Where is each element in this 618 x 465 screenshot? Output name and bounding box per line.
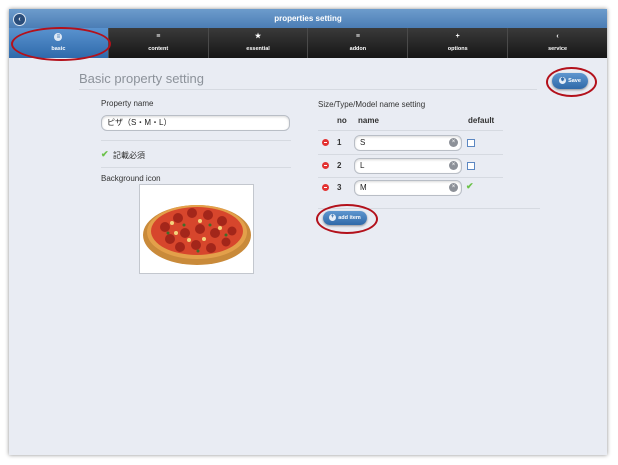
remove-item-icon[interactable] <box>322 184 329 191</box>
section-title: Size/Type/Model name setting <box>318 100 426 109</box>
row-number: 2 <box>337 161 342 170</box>
divider <box>79 89 537 90</box>
background-icon-label: Background icon <box>101 174 161 183</box>
tab-content[interactable]: ≡ content <box>109 28 209 58</box>
row-number: 1 <box>337 138 342 147</box>
save-button[interactable]: ✱ Save <box>552 73 588 89</box>
tab-label: content <box>148 46 169 52</box>
divider <box>318 130 503 131</box>
item-name-input[interactable]: L <box>354 158 462 174</box>
tab-label: basic <box>51 46 66 52</box>
list-icon: ≡ <box>355 33 360 40</box>
background-icon-image[interactable] <box>139 184 254 274</box>
back-icon: ‹ <box>556 33 559 40</box>
divider <box>318 154 503 155</box>
back-button[interactable]: ‹ <box>13 13 26 26</box>
list-icon: ≡ <box>156 33 161 40</box>
clear-icon[interactable]: × <box>449 183 458 192</box>
property-name-input[interactable]: ピザ（S・M・L） <box>101 115 290 131</box>
default-checkbox[interactable] <box>467 139 475 147</box>
add-item-label: add item <box>338 215 361 221</box>
page-title: Basic property setting <box>79 71 205 86</box>
clear-icon[interactable]: × <box>449 138 458 147</box>
remove-item-icon[interactable] <box>322 139 329 146</box>
window-title: properties setting <box>274 14 342 23</box>
tab-label: essential <box>246 46 270 52</box>
chevron-left-icon: ‹ <box>18 16 21 23</box>
save-label: Save <box>568 78 581 84</box>
title-bar: ‹ properties setting <box>9 9 607 28</box>
item-name-input[interactable]: M <box>354 180 462 196</box>
divider <box>101 140 291 141</box>
star-icon: ★ <box>254 33 262 40</box>
tab-options[interactable]: + options <box>408 28 509 58</box>
default-checkbox[interactable] <box>467 162 475 170</box>
remove-item-icon[interactable] <box>322 162 329 169</box>
tab-label: options <box>447 46 468 52</box>
default-check-icon[interactable]: ✔ <box>466 181 474 192</box>
column-header-no: no <box>337 116 347 125</box>
clear-icon[interactable]: × <box>449 161 458 170</box>
gear-icon: ✱ <box>559 77 567 85</box>
item-name-input[interactable]: S <box>354 135 462 151</box>
tab-label: addon <box>349 46 367 52</box>
tab-addon[interactable]: ≡ addon <box>308 28 409 58</box>
row-number: 3 <box>337 183 342 192</box>
plus-icon: + <box>455 33 460 40</box>
tab-label: service <box>548 46 568 52</box>
nav-bar: ≡ basic ≡ content ★ essential ≡ addon + … <box>9 28 607 58</box>
required-label: 記載必須 <box>113 151 145 160</box>
app-window: ‹ properties setting ≡ basic ≡ content ★… <box>9 9 607 455</box>
divider <box>318 208 540 209</box>
list-icon: ≡ <box>54 33 63 41</box>
tab-service[interactable]: ‹ service <box>508 28 607 58</box>
column-header-default: default <box>468 116 495 125</box>
property-name-label: Property name <box>101 99 154 108</box>
divider <box>101 167 291 168</box>
tab-basic[interactable]: ≡ basic <box>9 28 109 58</box>
check-icon: ✔ <box>101 149 109 159</box>
plus-icon: + <box>329 214 337 222</box>
pizza-image <box>143 205 251 265</box>
add-item-button[interactable]: + add item <box>323 211 367 225</box>
tab-essential[interactable]: ★ essential <box>209 28 309 58</box>
divider <box>318 177 503 178</box>
column-header-name: name <box>358 116 379 125</box>
